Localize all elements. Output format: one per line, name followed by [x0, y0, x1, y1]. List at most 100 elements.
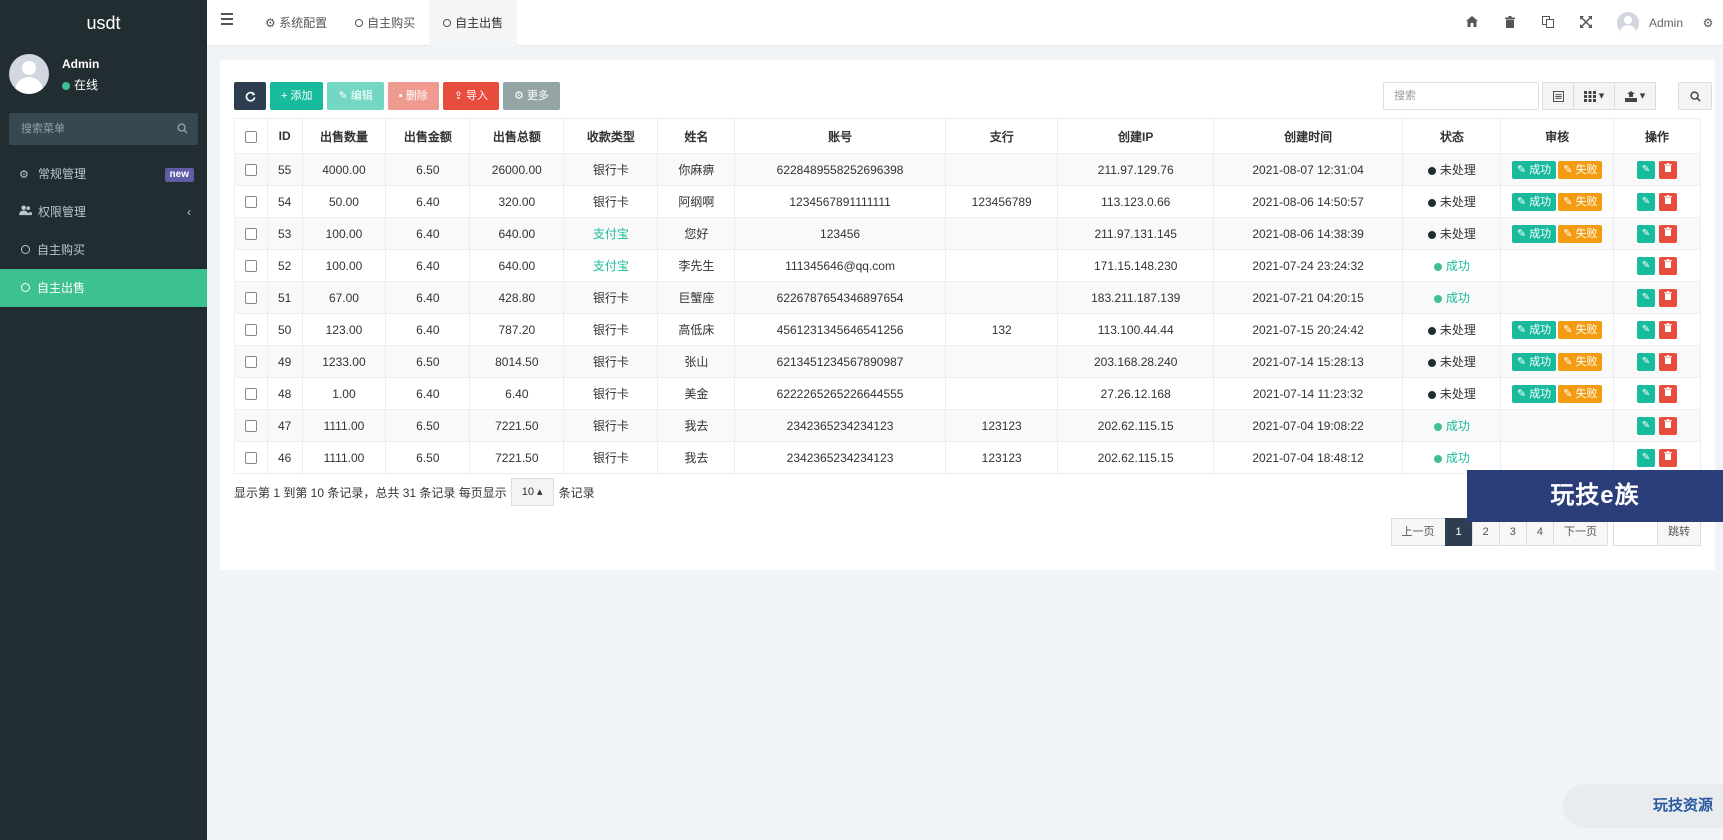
audit-fail-button[interactable]: ✎ 失败 [1558, 192, 1603, 211]
select-all-checkbox[interactable] [244, 130, 257, 143]
column-header[interactable]: 出售总额 [469, 118, 565, 154]
row-checkbox[interactable] [244, 292, 257, 305]
jump-button[interactable]: 跳转 [1657, 518, 1701, 546]
row-checkbox[interactable] [244, 356, 257, 369]
row-delete-button[interactable] [1658, 192, 1677, 211]
next-page-button[interactable]: 下一页 [1553, 518, 1608, 546]
audit-fail-button[interactable]: ✎ 失败 [1558, 384, 1603, 403]
column-header[interactable]: ID [266, 118, 303, 154]
table-row[interactable]: 49 1233.00 6.50 8014.50 银行卡 张山 621345123456789… [234, 345, 1702, 378]
column-header[interactable]: 状态 [1402, 118, 1502, 154]
row-edit-button[interactable]: ✎ [1636, 448, 1655, 467]
row-checkbox[interactable] [244, 452, 257, 465]
row-delete-button[interactable] [1658, 352, 1677, 371]
row-delete-button[interactable] [1658, 160, 1677, 179]
cogs-icon[interactable]: ⚙ [1693, 16, 1723, 30]
row-delete-button[interactable] [1658, 416, 1677, 435]
audit-fail-button[interactable]: ✎ 失败 [1558, 160, 1603, 179]
advanced-search-button[interactable] [1678, 82, 1712, 110]
table-row[interactable]: 48 1.00 6.40 6.40 银行卡 美金 6222265265226644555 27… [234, 377, 1702, 410]
sidebar-item-permissions[interactable]: 权限管理 ‹ [0, 193, 207, 231]
row-checkbox[interactable] [244, 388, 257, 401]
refresh-button[interactable] [234, 82, 266, 110]
row-edit-button[interactable]: ✎ [1636, 320, 1655, 339]
row-delete-button[interactable] [1658, 448, 1677, 467]
column-header[interactable]: 收款类型 [563, 118, 659, 154]
column-header[interactable]: 创建IP [1057, 118, 1214, 154]
row-delete-button[interactable] [1658, 224, 1677, 243]
language-icon[interactable] [1529, 15, 1567, 31]
fullscreen-icon[interactable] [1567, 15, 1605, 31]
delete-button[interactable]: ▪ 删除 [387, 82, 439, 110]
search-icon[interactable] [177, 123, 188, 137]
row-delete-button[interactable] [1658, 288, 1677, 307]
trash-icon[interactable] [1491, 15, 1529, 31]
row-checkbox[interactable] [244, 420, 257, 433]
sidebar-search-input[interactable] [9, 113, 198, 145]
page-size-select[interactable]: 10 ▴ [510, 478, 554, 506]
table-row[interactable]: 51 67.00 6.40 428.80 银行卡 巨蟹座 62267876543468976… [234, 281, 1702, 314]
tab-system-config[interactable]: ⚙ 系统配置 [251, 0, 341, 46]
import-button[interactable]: ⇪ 导入 [442, 82, 500, 110]
row-edit-button[interactable]: ✎ [1636, 416, 1655, 435]
edit-button[interactable]: ✎ 编辑 [327, 82, 384, 110]
column-header[interactable]: 账号 [734, 118, 946, 154]
sidebar-item-self-sell[interactable]: 自主出售 [0, 269, 207, 307]
table-search-input[interactable] [1384, 83, 1538, 109]
row-delete-button[interactable] [1658, 384, 1677, 403]
table-row[interactable]: 54 50.00 6.40 320.00 银行卡 阿纲啊 1234567891111111 1… [234, 185, 1702, 218]
audit-fail-button[interactable]: ✎ 失败 [1558, 352, 1603, 371]
audit-fail-button[interactable]: ✎ 失败 [1558, 224, 1603, 243]
row-edit-button[interactable]: ✎ [1636, 224, 1655, 243]
tab-self-buy[interactable]: 自主购买 [341, 0, 429, 46]
row-checkbox[interactable] [244, 196, 257, 209]
table-row[interactable]: 53 100.00 6.40 640.00 支付宝 您好 123456 211.97.131.… [234, 217, 1702, 250]
toggle-view-button[interactable] [1542, 82, 1574, 110]
row-edit-button[interactable]: ✎ [1636, 352, 1655, 371]
audit-success-button[interactable]: ✎ 成功 [1511, 192, 1557, 211]
row-edit-button[interactable]: ✎ [1636, 384, 1655, 403]
row-edit-button[interactable]: ✎ [1636, 160, 1655, 179]
column-header[interactable]: 出售金额 [385, 118, 471, 154]
jump-page-input[interactable] [1613, 518, 1658, 546]
audit-success-button[interactable]: ✎ 成功 [1511, 384, 1557, 403]
audit-success-button[interactable]: ✎ 成功 [1511, 320, 1557, 339]
table-row[interactable]: 46 1111.00 6.50 7221.50 银行卡 我去 234236523423412… [234, 441, 1702, 474]
navbar-user-menu[interactable]: Admin [1605, 12, 1693, 34]
export-button[interactable]: ▾ [1614, 82, 1656, 110]
app-logo[interactable]: usdt [0, 0, 207, 46]
sidebar-item-general[interactable]: ⚙ 常规管理 new [0, 155, 207, 193]
tab-self-sell[interactable]: 自主出售 [429, 0, 518, 46]
sidebar-item-self-buy[interactable]: 自主购买 [0, 231, 207, 269]
row-edit-button[interactable]: ✎ [1636, 192, 1655, 211]
table-row[interactable]: 52 100.00 6.40 640.00 支付宝 李先生 111345646@qq.com… [234, 249, 1702, 282]
column-header[interactable]: 创建时间 [1212, 118, 1404, 154]
column-header[interactable]: 支行 [944, 118, 1059, 154]
column-header[interactable]: 出售数量 [301, 118, 387, 154]
audit-success-button[interactable]: ✎ 成功 [1511, 352, 1557, 371]
audit-fail-button[interactable]: ✎ 失败 [1558, 320, 1603, 339]
row-checkbox[interactable] [244, 324, 257, 337]
row-edit-button[interactable]: ✎ [1636, 256, 1655, 275]
page-button-1[interactable]: 1 [1444, 518, 1473, 546]
column-header[interactable]: 姓名 [657, 118, 736, 154]
home-icon[interactable] [1453, 16, 1491, 30]
audit-success-button[interactable]: ✎ 成功 [1511, 224, 1557, 243]
row-edit-button[interactable]: ✎ [1636, 288, 1655, 307]
row-delete-button[interactable] [1658, 256, 1677, 275]
page-button-3[interactable]: 3 [1498, 518, 1527, 546]
row-checkbox[interactable] [244, 260, 257, 273]
row-checkbox[interactable] [244, 228, 257, 241]
page-button-4[interactable]: 4 [1525, 518, 1554, 546]
row-checkbox[interactable] [244, 164, 257, 177]
add-button[interactable]: + 添加 [270, 82, 324, 110]
table-row[interactable]: 55 4000.00 6.50 26000.00 银行卡 你麻痹 6228489558252… [234, 153, 1702, 186]
columns-button[interactable]: ▾ [1573, 82, 1615, 110]
page-button-2[interactable]: 2 [1471, 518, 1500, 546]
table-row[interactable]: 50 123.00 6.40 787.20 银行卡 高低床 4561231345646541… [234, 313, 1702, 346]
table-row[interactable]: 47 1111.00 6.50 7221.50 银行卡 我去 234236523423412… [234, 409, 1702, 442]
audit-success-button[interactable]: ✎ 成功 [1511, 160, 1557, 179]
prev-page-button[interactable]: 上一页 [1390, 518, 1446, 546]
row-delete-button[interactable] [1658, 320, 1677, 339]
menu-toggle-icon[interactable] [221, 13, 233, 28]
